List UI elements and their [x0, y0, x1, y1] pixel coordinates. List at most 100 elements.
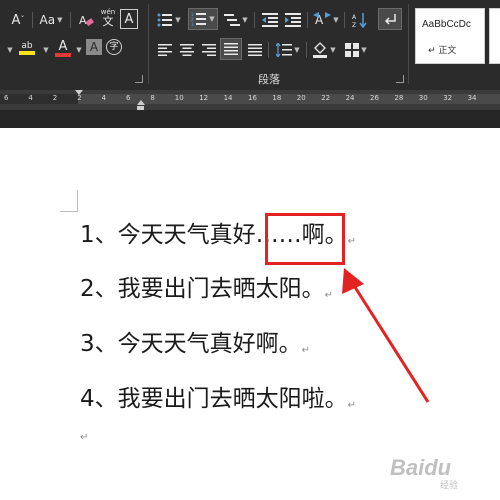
ribbon: Aˇ Aa ▼ A wén 文 A ▼ ab ▼ A ▼ A 字 ▼ 1 2 3… — [0, 0, 500, 90]
text-highlight-button[interactable]: ab — [16, 38, 38, 58]
change-case-button[interactable]: Aa ▼ — [36, 10, 66, 30]
chevron-down-icon: ▼ — [175, 15, 181, 24]
ruler-tick-label: 20 — [296, 94, 306, 102]
chinese-layout-button[interactable]: A ▼ — [312, 10, 340, 30]
multilevel-list-button[interactable]: ▼ — [222, 10, 250, 30]
page-corner-mark — [60, 190, 78, 212]
paragraph-group-label: 段落 — [258, 73, 280, 86]
shading-label: A — [89, 40, 99, 54]
ruler-tick-label: 34 — [467, 94, 477, 102]
paint-bucket-icon — [313, 42, 328, 58]
separator — [307, 12, 308, 28]
justify-button[interactable] — [220, 38, 242, 60]
style-normal-tile[interactable]: AaBbCcDc ↵ 正文 — [415, 8, 485, 64]
sort-button[interactable]: A Z — [350, 10, 370, 30]
paragraph-mark-icon: ↵ — [347, 236, 357, 247]
first-line-indent-marker[interactable] — [75, 90, 83, 95]
sort-icon: A Z — [352, 13, 367, 28]
ruler-tick-label: 2 — [52, 94, 58, 102]
chevron-down-icon: ▼ — [7, 45, 13, 54]
dropdown-arrow[interactable]: ▼ — [4, 40, 14, 60]
chevron-down-icon: ▼ — [333, 15, 339, 24]
align-right-icon — [202, 44, 216, 56]
ruler-tick-label: 12 — [199, 94, 209, 102]
chevron-down-icon: ▼ — [294, 45, 300, 54]
ruler-tick-label: 8 — [150, 94, 155, 102]
paragraph-3[interactable]: 3、今天天气真好啊。↵ — [80, 333, 310, 356]
borders-icon — [345, 43, 360, 57]
chevron-down-icon: ▼ — [361, 45, 367, 54]
separator — [32, 12, 33, 28]
align-left-icon — [158, 44, 172, 56]
decrease-indent-icon — [262, 13, 278, 27]
paragraph-mark-icon: ↵ — [347, 400, 357, 411]
ruler-left-margin — [0, 94, 78, 104]
chevron-down-icon: ▼ — [43, 45, 49, 54]
hanging-indent-marker[interactable] — [137, 100, 145, 105]
highlight-dropdown[interactable]: ▼ — [40, 40, 50, 60]
separator — [344, 12, 345, 28]
ruler-tick-label: 10 — [174, 94, 184, 102]
ruler-tick-label: 14 — [223, 94, 233, 102]
separator — [70, 12, 71, 28]
numbering-button[interactable]: 1 2 3 ▼ — [188, 8, 218, 30]
svg-text:A: A — [79, 14, 87, 27]
bullets-icon — [157, 13, 173, 27]
shading-button[interactable]: ▼ — [310, 40, 338, 60]
font-dialog-launcher[interactable] — [135, 75, 143, 83]
ruler-tick-label: 4 — [101, 94, 107, 102]
align-center-icon — [180, 44, 194, 56]
shrink-font-button[interactable]: Aˇ — [8, 10, 28, 30]
highlight-label: ab — [21, 40, 33, 51]
empty-paragraph-mark[interactable]: ↵ — [80, 432, 88, 443]
font-color-label: A — [58, 38, 68, 54]
font-color-dropdown[interactable]: ▼ — [73, 40, 83, 60]
align-right-button[interactable] — [200, 40, 218, 60]
ruler-tick-label: 18 — [272, 94, 282, 102]
chevron-down-icon: ▼ — [242, 15, 248, 24]
paragraph-4[interactable]: 4、我要出门去晒太阳啦。↵ — [80, 388, 356, 411]
group-divider — [148, 4, 149, 84]
style-next-tile[interactable] — [489, 8, 500, 64]
chevron-down-icon: ▼ — [57, 15, 63, 24]
change-case-label: Aa — [39, 13, 56, 27]
svg-text:A: A — [352, 14, 357, 21]
ruler-tick-label: 6 — [126, 94, 131, 102]
multilevel-list-icon — [224, 14, 241, 26]
increase-indent-button[interactable] — [283, 10, 303, 30]
enclose-characters-button[interactable]: 字 — [106, 39, 122, 55]
chinese-layout-icon: A — [313, 12, 332, 27]
ruler-tick-label: 2 — [77, 94, 82, 102]
separator — [306, 42, 307, 58]
show-paragraph-marks-button[interactable] — [378, 8, 402, 30]
line-spacing-button[interactable]: ▼ — [274, 40, 302, 60]
font-color-button[interactable]: A — [54, 38, 72, 58]
paragraph-text: 3、今天天气真好啊。 — [80, 331, 302, 357]
baidu-watermark-sub: 经验 — [440, 481, 459, 491]
paragraph-2[interactable]: 2、我要出门去晒太阳。↵ — [80, 278, 333, 301]
borders-button[interactable]: ▼ — [342, 40, 370, 60]
character-border-button[interactable]: A — [120, 9, 138, 29]
separator — [254, 12, 255, 28]
annotation-highlight-box — [265, 213, 345, 265]
ruler-tick-label: 24 — [345, 94, 355, 102]
justify-icon — [224, 43, 238, 55]
clear-formatting-button[interactable]: A — [76, 10, 96, 30]
phonetic-guide-button[interactable]: wén 文 — [98, 8, 118, 28]
paragraph-dialog-launcher[interactable] — [396, 75, 404, 83]
bullets-button[interactable]: ▼ — [156, 10, 182, 30]
document-page[interactable] — [0, 128, 500, 500]
decrease-indent-button[interactable] — [260, 10, 280, 30]
align-left-button[interactable] — [156, 40, 174, 60]
ruler-shadow-strip — [0, 110, 500, 128]
group-divider — [408, 4, 409, 84]
ruler-tick-label: 22 — [321, 94, 331, 102]
numbering-icon: 1 2 3 — [191, 12, 207, 26]
phonetic-char-icon: 文 — [102, 15, 114, 28]
align-center-button[interactable] — [178, 40, 196, 60]
character-border-label: A — [124, 11, 134, 27]
separator — [268, 42, 269, 58]
character-shading-button[interactable]: A — [86, 39, 102, 55]
paragraph-mark-icon: ↵ — [324, 290, 334, 301]
distributed-button[interactable] — [246, 40, 264, 60]
